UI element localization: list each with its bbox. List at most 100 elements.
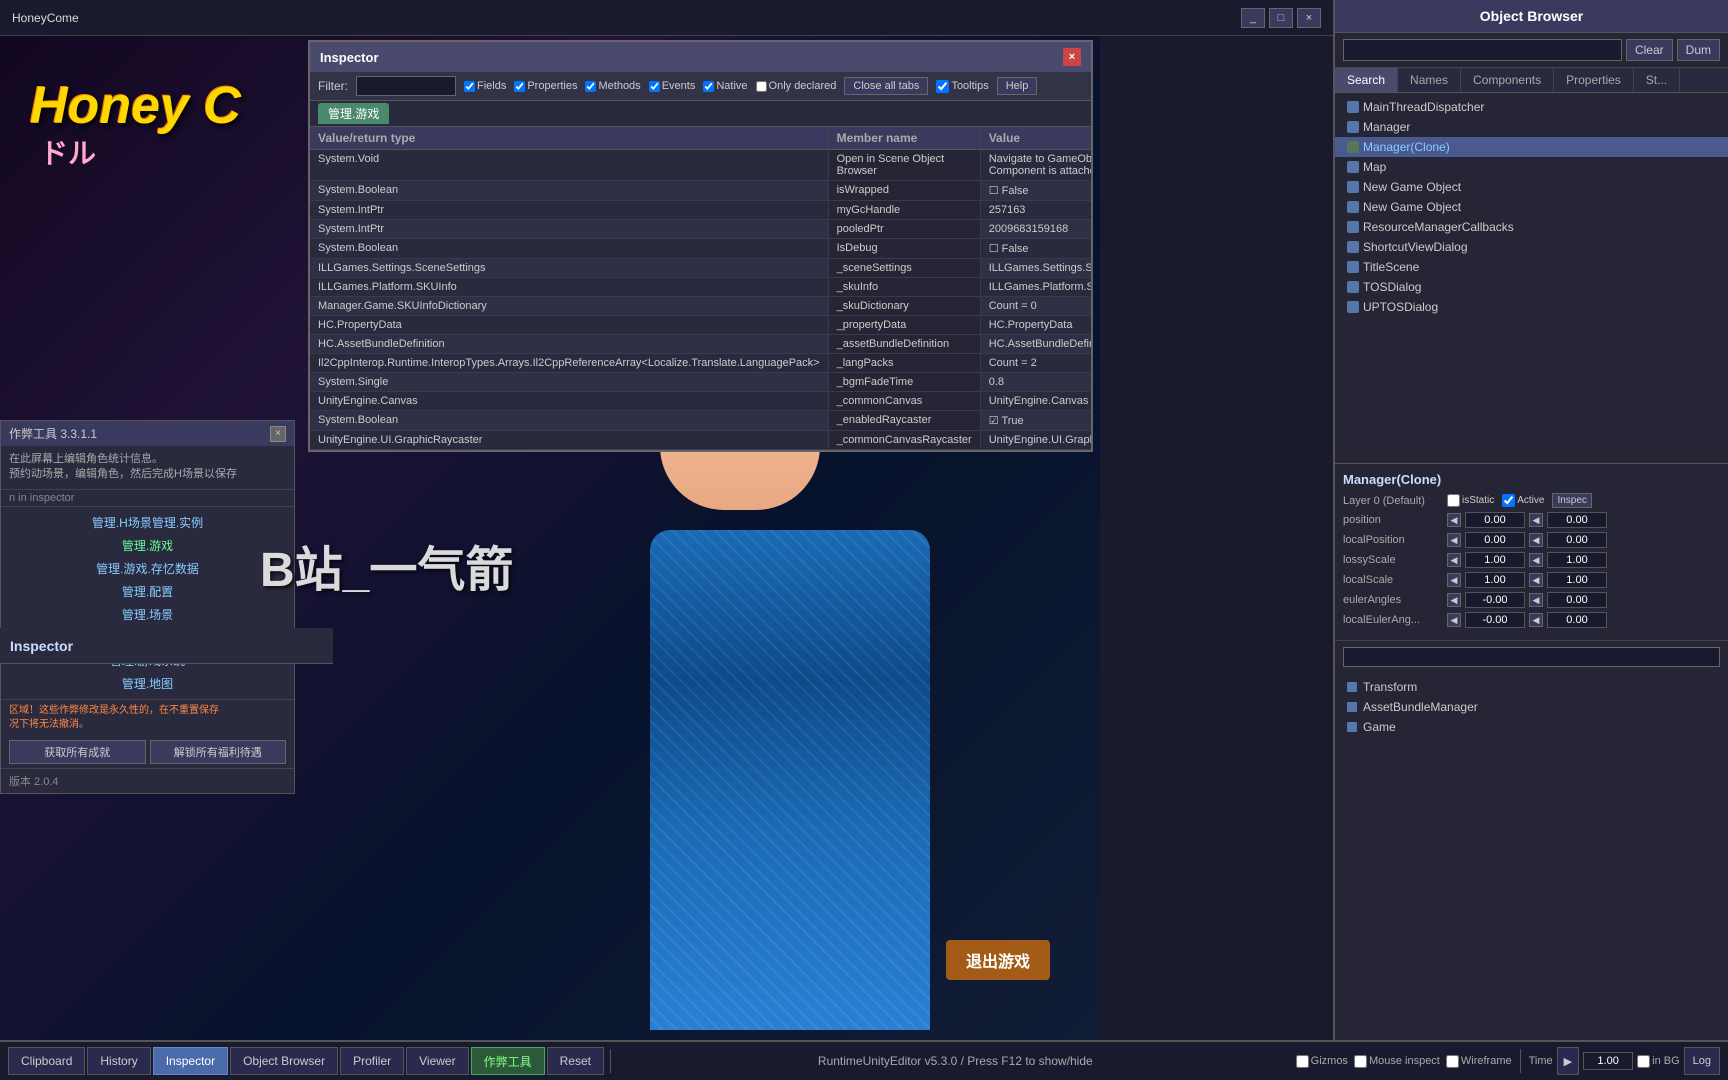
exit-game-button[interactable]: 退出游戏 [946, 940, 1050, 980]
mouse-inspect-checkbox[interactable]: Mouse inspect [1354, 1055, 1440, 1068]
mc-le-btn2[interactable]: ◀ [1529, 613, 1543, 627]
mc-pos-y[interactable] [1547, 512, 1607, 528]
fields-checkbox[interactable]: Fields [464, 80, 506, 92]
object-browser-search-input[interactable] [1343, 39, 1622, 61]
table-row[interactable]: System.Single_bgmFadeTime0.8 [310, 373, 1091, 392]
mc-pos-btn2[interactable]: ◀ [1529, 513, 1543, 527]
tool-item-4[interactable]: 管理.场景 [1, 603, 294, 626]
cheat-tool-button[interactable]: 作弊工具 [471, 1047, 545, 1075]
tool-item-1[interactable]: 管理.游戏 [1, 534, 294, 557]
clear-button[interactable]: Clear [1626, 39, 1673, 61]
get-achievements-button[interactable]: 获取所有成就 [9, 740, 146, 764]
ob-item-0[interactable]: MainThreadDispatcher [1335, 97, 1728, 117]
mc-le-x[interactable] [1465, 612, 1525, 628]
component-game[interactable]: Game [1335, 717, 1728, 737]
ob-item-6[interactable]: ResourceManagerCallbacks [1335, 217, 1728, 237]
tooltips-checkbox[interactable]: Tooltips [936, 80, 988, 93]
tab-status[interactable]: St... [1634, 68, 1680, 92]
mc-lpos-btn2[interactable]: ◀ [1529, 533, 1543, 547]
time-play-button[interactable]: ▶ [1557, 1047, 1579, 1075]
ob-item-3[interactable]: Map [1335, 157, 1728, 177]
mc-pos-btn1[interactable]: ◀ [1447, 513, 1461, 527]
native-checkbox[interactable]: Native [703, 80, 747, 92]
tool-item-3[interactable]: 管理.配置 [1, 580, 294, 603]
object-browser-button[interactable]: Object Browser [230, 1047, 338, 1075]
mc-ea-y[interactable] [1547, 592, 1607, 608]
mc-lsc-btn2[interactable]: ◀ [1529, 573, 1543, 587]
mc-pos-x[interactable] [1465, 512, 1525, 528]
properties-checkbox[interactable]: Properties [514, 80, 577, 92]
tool-item-0[interactable]: 管理.H场景管理.实例 [1, 511, 294, 534]
mc-le-btn1[interactable]: ◀ [1447, 613, 1461, 627]
cheat-tool-close-button[interactable]: × [270, 426, 286, 442]
mc-lsc-x[interactable] [1465, 572, 1525, 588]
mc-ea-btn2[interactable]: ◀ [1529, 593, 1543, 607]
table-row[interactable]: UnityEngine.UI.GraphicRaycaster_commonCa… [310, 431, 1091, 450]
profiler-button[interactable]: Profiler [340, 1047, 404, 1075]
close-window-button[interactable]: × [1297, 8, 1321, 28]
mc-ls-y[interactable] [1547, 552, 1607, 568]
mc-lpos-btn1[interactable]: ◀ [1447, 533, 1461, 547]
table-row[interactable]: Il2CppInterop.Runtime.InteropTypes.Array… [310, 354, 1091, 373]
minimize-button[interactable]: _ [1241, 8, 1265, 28]
table-row[interactable]: System.Boolean_enabledRaycaster☑ True [310, 411, 1091, 431]
events-checkbox[interactable]: Events [649, 80, 696, 92]
mc-ls-x[interactable] [1465, 552, 1525, 568]
gizmos-checkbox[interactable]: Gizmos [1296, 1055, 1348, 1068]
mc-le-y[interactable] [1547, 612, 1607, 628]
mc-ls-btn1[interactable]: ◀ [1447, 553, 1461, 567]
table-row[interactable]: System.VoidOpen in Scene Object BrowserN… [310, 150, 1091, 181]
table-row[interactable]: UnityEngine.Canvas_commonCanvasUnityEngi… [310, 392, 1091, 411]
tab-names[interactable]: Names [1398, 68, 1461, 92]
tab-properties[interactable]: Properties [1554, 68, 1634, 92]
component-asset-bundle-manager[interactable]: AssetBundleManager [1335, 697, 1728, 717]
in-bg-checkbox[interactable]: in BG [1637, 1055, 1680, 1068]
mc-lsc-y[interactable] [1547, 572, 1607, 588]
table-row[interactable]: System.BooleanisWrapped☐ False [310, 181, 1091, 201]
mc-ea-x[interactable] [1465, 592, 1525, 608]
ob-item-5[interactable]: New Game Object [1335, 197, 1728, 217]
table-row[interactable]: System.IntPtrmyGcHandle257163 [310, 201, 1091, 220]
table-row[interactable]: HC.AssetBundleDefinition_assetBundleDefi… [310, 335, 1091, 354]
table-row[interactable]: HC.PropertyData_propertyDataHC.PropertyD… [310, 316, 1091, 335]
table-row[interactable]: System.IntPtrpooledPtr2009683159168 [310, 220, 1091, 239]
unlock-benefits-button[interactable]: 解锁所有福利待遇 [150, 740, 287, 764]
active-checkbox[interactable]: Active [1502, 494, 1544, 507]
mc-lpos-y[interactable] [1547, 532, 1607, 548]
inspect-button[interactable]: Inspec [1552, 493, 1591, 508]
ob-item-10[interactable]: UPTOSDialog [1335, 297, 1728, 317]
clipboard-button[interactable]: Clipboard [8, 1047, 85, 1075]
search-components-input[interactable] [1343, 647, 1720, 667]
history-button[interactable]: History [87, 1047, 150, 1075]
ob-item-4[interactable]: New Game Object [1335, 177, 1728, 197]
is-static-checkbox[interactable]: isStatic [1447, 494, 1494, 507]
viewer-button[interactable]: Viewer [406, 1047, 468, 1075]
close-all-tabs-button[interactable]: Close all tabs [844, 77, 928, 95]
ob-item-2[interactable]: Manager(Clone) [1335, 137, 1728, 157]
ob-item-8[interactable]: TitleScene [1335, 257, 1728, 277]
table-row[interactable]: Manager.Game.SKUInfoDictionary_skuDictio… [310, 297, 1091, 316]
methods-checkbox[interactable]: Methods [585, 80, 640, 92]
maximize-button[interactable]: □ [1269, 8, 1293, 28]
ob-item-9[interactable]: TOSDialog [1335, 277, 1728, 297]
filter-input[interactable] [356, 76, 456, 96]
tab-search[interactable]: Search [1335, 68, 1398, 92]
ob-item-7[interactable]: ShortcutViewDialog [1335, 237, 1728, 257]
help-button[interactable]: Help [997, 77, 1038, 95]
table-row[interactable]: ILLGames.Platform.SKUInfo_skuInfoILLGame… [310, 278, 1091, 297]
mc-lsc-btn1[interactable]: ◀ [1447, 573, 1461, 587]
time-scale-input[interactable] [1583, 1052, 1633, 1070]
object-browser-list[interactable]: MainThreadDispatcher Manager Manager(Clo… [1335, 93, 1728, 463]
ob-item-1[interactable]: Manager [1335, 117, 1728, 137]
table-row[interactable]: System.BooleanIsDebug☐ False [310, 239, 1091, 259]
mc-lpos-x[interactable] [1465, 532, 1525, 548]
component-transform[interactable]: Transform [1335, 677, 1728, 697]
inspector-button[interactable]: Inspector [153, 1047, 228, 1075]
log-button[interactable]: Log [1684, 1047, 1720, 1075]
mc-ls-btn2[interactable]: ◀ [1529, 553, 1543, 567]
tab-components[interactable]: Components [1461, 68, 1554, 92]
inspector-close-button[interactable]: × [1063, 48, 1081, 66]
tool-item-7[interactable]: 管理.地图 [1, 672, 294, 695]
dump-button[interactable]: Dum [1677, 39, 1720, 61]
inspector-scroll-area[interactable]: Value/return type Member name Value Syst… [310, 127, 1091, 450]
